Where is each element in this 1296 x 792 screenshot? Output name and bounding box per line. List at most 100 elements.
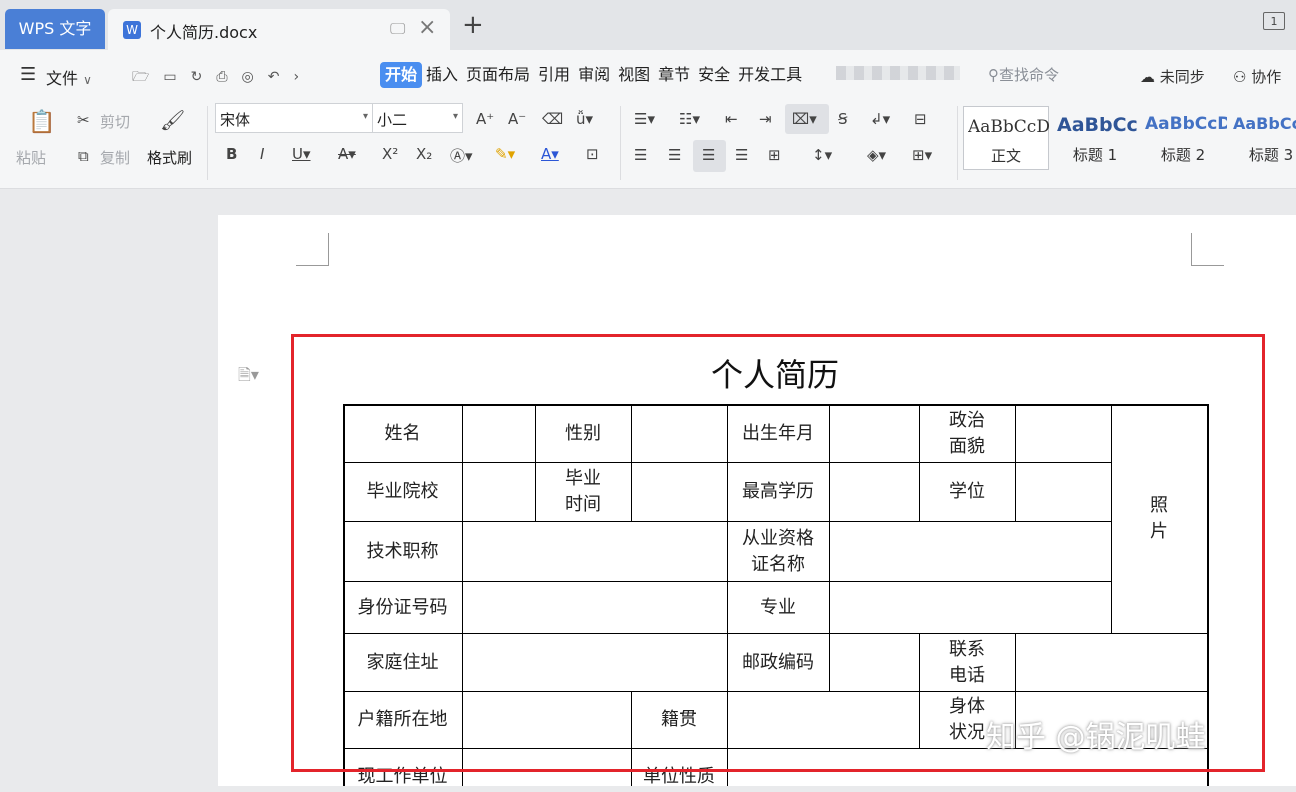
- label-degree: 学位: [949, 481, 985, 502]
- tab-references[interactable]: 引用: [534, 62, 574, 88]
- paste-button[interactable]: 粘贴: [16, 147, 46, 168]
- app-tab-wps[interactable]: WPS 文字: [5, 9, 105, 49]
- scissors-icon: ✂: [77, 111, 90, 129]
- table-line: [462, 404, 463, 786]
- sync-status[interactable]: ☁ 未同步: [1140, 66, 1205, 87]
- close-tab-icon[interactable]: ×: [418, 15, 436, 40]
- style-normal[interactable]: AaBbCcDd 正文: [963, 106, 1050, 170]
- borders-icon[interactable]: ⊞▾: [912, 146, 932, 164]
- chinese-layout-icon[interactable]: ⌧▾: [792, 110, 817, 128]
- label-grad-time: 毕业 时间: [565, 468, 601, 515]
- tab-insert[interactable]: 插入: [422, 62, 462, 88]
- window-count-icon[interactable]: 1: [1263, 12, 1285, 30]
- quick-access-icons[interactable]: 🗁▭↻⎙◎↶›: [132, 66, 313, 90]
- subscript-icon[interactable]: X₂: [416, 145, 432, 163]
- text-effect-icon[interactable]: Ⓐ▾: [450, 145, 473, 166]
- document-tab[interactable]: W 个人简历.docx 🖵 ×: [108, 9, 450, 50]
- tab-page-layout[interactable]: 页面布局: [462, 62, 534, 88]
- search-icon: ⚲: [988, 66, 999, 84]
- style-sample: AaBbCc: [1057, 114, 1138, 136]
- label-employer-type: 单位性质: [643, 766, 715, 787]
- label-political: 政治 面貌: [949, 409, 985, 457]
- style-name: 标题 1: [1072, 146, 1118, 164]
- increase-indent-icon[interactable]: ⇥: [759, 110, 772, 128]
- label-major: 专业: [760, 596, 796, 618]
- hamburger-icon[interactable]: ☰: [20, 64, 36, 85]
- tab-developer[interactable]: 开发工具: [734, 62, 806, 88]
- underline-icon[interactable]: U▾: [292, 145, 311, 163]
- paste-icon[interactable]: 📋: [28, 110, 55, 135]
- font-name-value: 宋体: [220, 111, 251, 129]
- ruler-icon[interactable]: ⊟: [914, 110, 927, 128]
- superscript-icon[interactable]: X²: [382, 145, 398, 163]
- show-marks-icon[interactable]: Ꞩ: [838, 110, 848, 128]
- style-heading-3[interactable]: AaBbCcI 标题 3: [1229, 106, 1296, 168]
- menu-bar: ☰ 文件 ∨ 🗁▭↻⎙◎↶› 开始 插入 页面布局 引用 审阅 视图 章节 安全…: [0, 50, 1296, 100]
- table-border: [1207, 404, 1209, 786]
- sort-icon[interactable]: ↲▾: [870, 110, 890, 128]
- user-icon: ⚇: [1233, 68, 1252, 86]
- ribbon-separator: [620, 106, 621, 180]
- label-school: 毕业院校: [366, 481, 439, 502]
- document-title: 个人简历: [710, 356, 839, 394]
- font-size-select[interactable]: 小二 ▾: [372, 103, 463, 133]
- char-border-icon[interactable]: ⊡: [586, 145, 599, 163]
- shrink-font-icon[interactable]: A⁻: [508, 110, 526, 128]
- cloud-icon: ☁: [1140, 68, 1160, 86]
- collab-button[interactable]: ⚇ 协作: [1233, 66, 1281, 87]
- monitor-icon[interactable]: 🖵: [390, 19, 405, 39]
- word-doc-icon: W: [123, 21, 141, 39]
- tab-security[interactable]: 安全: [694, 62, 734, 88]
- style-sample: AaBbCcI: [1233, 114, 1296, 133]
- line-spacing-icon[interactable]: ↕▾: [812, 146, 832, 164]
- shading-icon[interactable]: ◈▾: [867, 146, 886, 164]
- numbered-list-icon[interactable]: ☷▾: [679, 110, 700, 128]
- decrease-indent-icon[interactable]: ⇤: [725, 110, 738, 128]
- format-painter-button[interactable]: 格式刷: [147, 147, 192, 168]
- highlight-icon[interactable]: ✎▾: [495, 145, 515, 163]
- format-painter-icon[interactable]: 🖌: [160, 108, 185, 132]
- search-command[interactable]: ⚲查找命令: [988, 64, 1059, 85]
- font-color-icon[interactable]: A▾: [541, 145, 559, 163]
- label-address: 家庭住址: [366, 651, 439, 673]
- chevron-down-icon: ∨: [83, 73, 92, 87]
- strikethrough-icon[interactable]: A▾: [338, 145, 356, 163]
- table-line: [1015, 404, 1016, 521]
- watermark: 知乎 @锅泥叽蛙: [986, 720, 1206, 755]
- tab-review[interactable]: 审阅: [574, 62, 614, 88]
- bold-icon[interactable]: B: [226, 145, 237, 163]
- font-name-select[interactable]: 宋体 ▾: [215, 103, 373, 133]
- tab-section[interactable]: 章节: [654, 62, 694, 88]
- document-tab-title: 个人简历.docx: [150, 23, 258, 42]
- grow-font-icon[interactable]: A⁺: [476, 110, 494, 128]
- collab-label: 协作: [1251, 68, 1282, 86]
- style-heading-2[interactable]: AaBbCcD 标题 2: [1141, 106, 1227, 168]
- label-phone: 联系 电话: [949, 638, 985, 686]
- style-heading-1[interactable]: AaBbCc 标题 1: [1053, 106, 1138, 168]
- label-employer: 现工作单位: [357, 766, 448, 787]
- label-qualification: 从业资格 证名称: [742, 527, 814, 575]
- align-right-icon[interactable]: ☰: [702, 146, 715, 164]
- italic-icon[interactable]: I: [260, 145, 264, 163]
- cut-button[interactable]: 剪切: [100, 111, 130, 132]
- copy-button[interactable]: 复制: [100, 147, 130, 168]
- justify-icon[interactable]: ☰: [735, 146, 748, 164]
- align-left-icon[interactable]: ☰: [634, 146, 647, 164]
- tab-view[interactable]: 视图: [614, 62, 654, 88]
- align-center-icon[interactable]: ☰: [668, 146, 681, 164]
- label-native: 籍贯: [661, 709, 697, 730]
- label-household: 户籍所在地: [357, 709, 448, 730]
- clear-format-icon[interactable]: ⌫: [542, 110, 563, 128]
- label-postcode: 邮政编码: [742, 651, 814, 673]
- bullet-list-icon[interactable]: ☰▾: [634, 110, 655, 128]
- title-bar: WPS 文字 W 个人简历.docx 🖵 × + 1: [0, 0, 1296, 50]
- distributed-icon[interactable]: ⊞: [768, 146, 781, 164]
- ribbon-separator: [957, 106, 958, 180]
- tab-home[interactable]: 开始: [380, 62, 423, 88]
- style-sample: AaBbCcDd: [968, 117, 1050, 137]
- new-tab-button[interactable]: +: [462, 10, 484, 40]
- ribbon-separator: [207, 106, 208, 180]
- style-sample: AaBbCcD: [1145, 114, 1227, 134]
- phonetic-icon[interactable]: ǚ▾: [576, 110, 593, 128]
- file-menu[interactable]: 文件 ∨: [46, 65, 92, 89]
